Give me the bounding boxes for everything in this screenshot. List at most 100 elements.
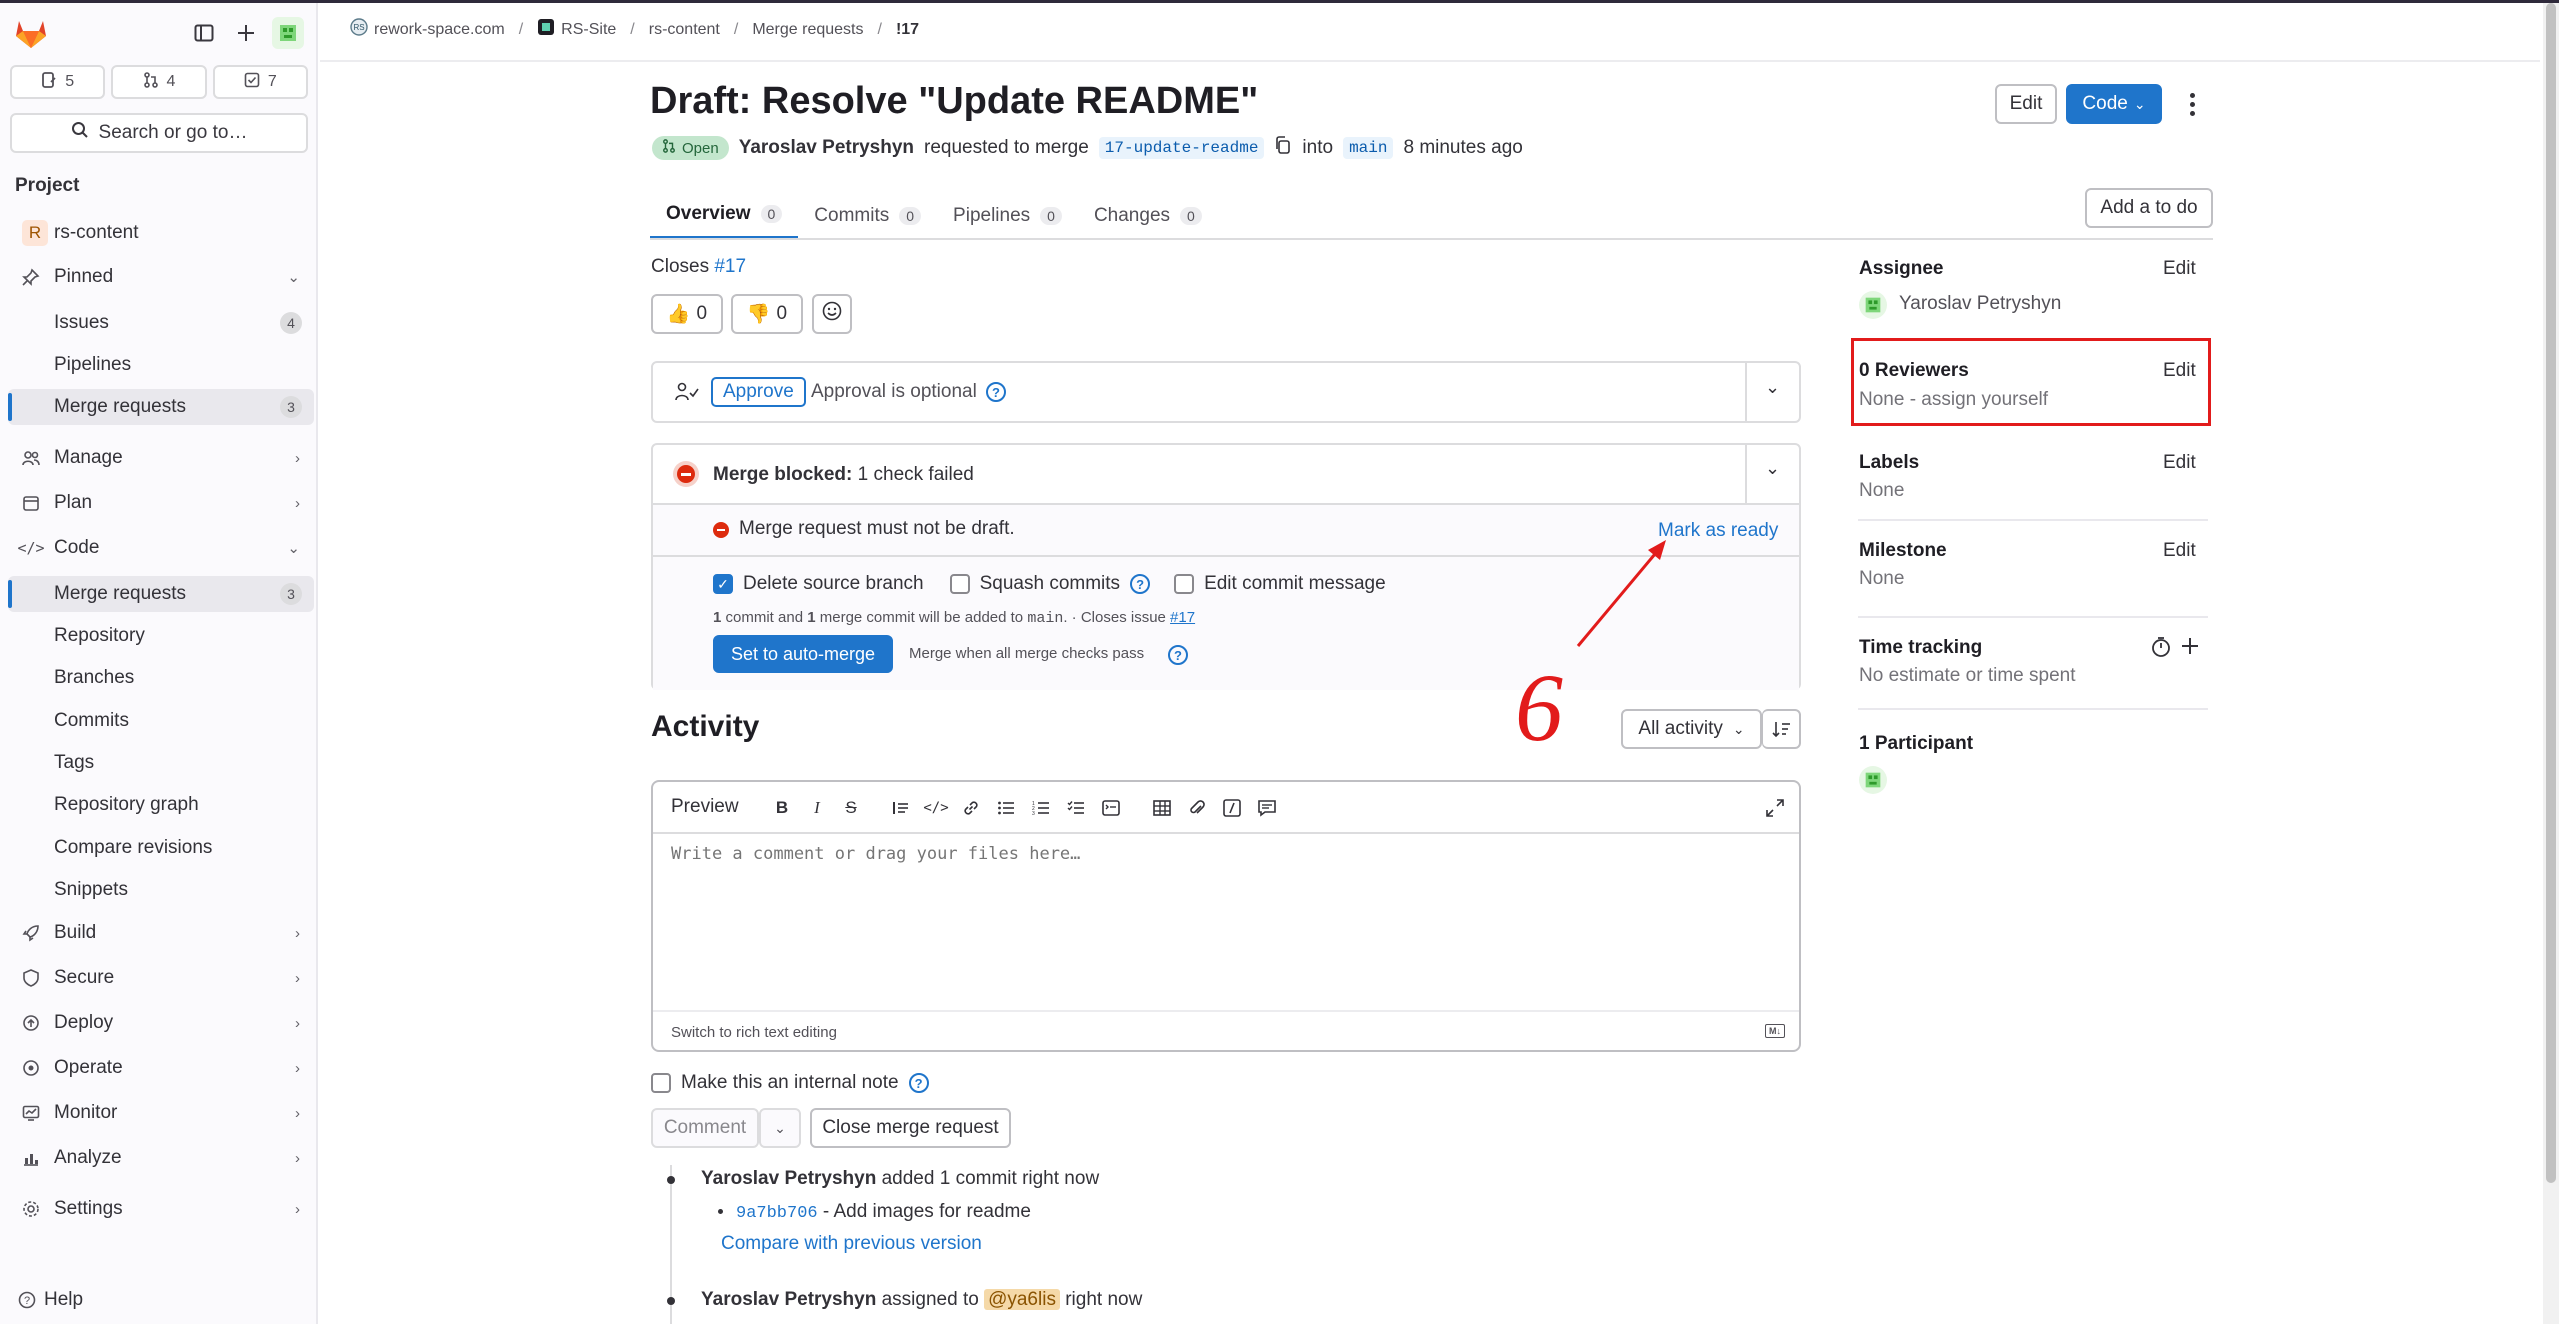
breadcrumb-subgroup[interactable]: RS-Site [537,18,616,41]
add-reaction-button[interactable] [812,294,852,334]
sidebar-item-branches[interactable]: Branches [8,660,314,696]
commit-sha-link[interactable]: 9a7bb706 [736,1204,818,1223]
create-new-icon[interactable] [230,17,262,49]
attachment-icon[interactable] [1185,796,1209,820]
tab-pipelines[interactable]: Pipelines 0 [937,192,1078,240]
help-button[interactable]: ? Help [8,1282,128,1318]
sidebar-item-repository[interactable]: Repository [8,618,314,654]
task-list-icon[interactable] [1064,796,1088,820]
sidebar-item-secure[interactable]: Secure › [8,960,314,996]
sidebar-item-merge-requests[interactable]: Merge requests 3 [8,576,314,612]
internal-note-help-icon[interactable]: ? [908,1073,929,1093]
participant-avatar[interactable] [1859,766,1887,794]
more-actions-icon[interactable] [2180,88,2204,120]
sidebar-item-pinned[interactable]: Pinned ⌄ [8,259,314,295]
add-time-icon[interactable] [2181,637,2199,661]
sidebar-item-project[interactable]: R rs-content [8,215,314,251]
italic-icon[interactable]: I [805,796,829,820]
gitlab-logo-icon[interactable] [14,17,48,49]
code-dropdown-button[interactable]: Code ⌄ [2066,84,2162,124]
sidebar-item-issues[interactable]: Issues 4 [8,305,314,341]
sidebar-item-tags[interactable]: Tags [8,745,314,781]
tab-overview[interactable]: Overview 0 [650,192,799,240]
sidebar-item-build[interactable]: Build › [8,915,314,951]
sidebar-item-deploy[interactable]: Deploy › [8,1005,314,1041]
slash-commands-icon[interactable] [1220,796,1244,820]
sidebar-item-plan[interactable]: Plan › [8,485,314,521]
comment-template-icon[interactable] [1255,796,1279,820]
squash-help-icon[interactable]: ? [1130,574,1151,594]
sidebar-item-repository-graph[interactable]: Repository graph [8,787,314,823]
sidebar-item-manage[interactable]: Manage › [8,440,314,476]
strikethrough-icon[interactable]: S [839,796,863,820]
internal-note-checkbox[interactable] [651,1073,671,1093]
user-mention[interactable]: @ya6lis [984,1289,1060,1310]
collapsible-icon[interactable] [1099,796,1123,820]
squash-commits-checkbox[interactable] [949,574,970,594]
sidebar-item-code[interactable]: </> Code ⌄ [8,530,314,566]
breadcrumb-merge-requests[interactable]: Merge requests [752,21,863,39]
reviewers-edit-link[interactable]: Edit [2163,360,2196,382]
bullet-list-icon[interactable] [994,796,1018,820]
sidebar-toggle-icon[interactable] [188,17,220,49]
sidebar-item-merge-requests-pinned[interactable]: Merge requests 3 [8,389,314,425]
comment-options-dropdown[interactable]: ⌄ [759,1108,801,1148]
edit-button[interactable]: Edit [1995,84,2057,124]
event-author[interactable]: Yaroslav Petryshyn [701,1289,876,1310]
auto-merge-button[interactable]: Set to auto-merge [713,635,893,673]
assignee-name[interactable]: Yaroslav Petryshyn [1899,293,2061,315]
chevron-down-icon[interactable]: ⌄ [1765,377,1780,398]
assignee-avatar[interactable] [1859,291,1887,319]
breadcrumb-group[interactable]: RS rework-space.com [350,18,505,41]
search-button[interactable]: Search or go to… [10,113,308,153]
sidebar-item-pipelines[interactable]: Pipelines [8,347,314,383]
delete-source-branch-checkbox[interactable]: ✓ [713,574,733,594]
table-icon[interactable] [1150,796,1174,820]
breadcrumb-current[interactable]: !17 [896,21,919,39]
author-link[interactable]: Yaroslav Petryshyn [739,137,914,159]
approve-button[interactable]: Approve [711,377,806,407]
chevron-down-icon[interactable]: ⌄ [1765,458,1780,479]
thumbs-up-button[interactable]: 👍 0 [651,294,723,334]
quote-icon[interactable] [889,796,913,820]
thumbs-down-button[interactable]: 👎 0 [731,294,803,334]
user-avatar[interactable] [272,17,304,49]
sidebar-item-compare-revisions[interactable]: Compare revisions [8,830,314,866]
event-author[interactable]: Yaroslav Petryshyn [701,1168,876,1189]
todos-button[interactable]: 7 [212,65,308,99]
add-todo-button[interactable]: Add a to do [2085,188,2213,228]
milestone-edit-link[interactable]: Edit [2163,540,2196,562]
sort-toggle-icon[interactable] [1762,709,1801,749]
rich-text-toggle[interactable]: Switch to rich text editing [671,1024,837,1041]
preview-tab[interactable]: Preview [671,796,739,818]
tab-changes[interactable]: Changes 0 [1078,192,1218,240]
scrollbar-thumb[interactable] [2546,3,2556,1183]
edit-commit-message-checkbox[interactable] [1174,574,1195,594]
assignee-edit-link[interactable]: Edit [2163,258,2196,280]
auto-merge-help-icon[interactable]: ? [1168,645,1188,665]
source-branch[interactable]: 17-update-readme [1098,137,1265,159]
sidebar-item-monitor[interactable]: Monitor › [8,1095,314,1131]
approval-help-icon[interactable]: ? [986,382,1006,402]
summary-issue-link[interactable]: #17 [1170,609,1195,626]
comment-textarea[interactable] [671,844,1781,994]
merge-requests-button[interactable]: 4 [111,65,207,99]
compare-version-link[interactable]: Compare with previous version [721,1233,982,1255]
numbered-list-icon[interactable]: 123 [1029,796,1053,820]
assigned-issues-button[interactable]: 5 [10,65,106,99]
sidebar-item-analyze[interactable]: Analyze › [8,1140,314,1176]
link-icon[interactable] [959,796,983,820]
sidebar-item-operate[interactable]: Operate › [8,1050,314,1086]
page-scrollbar[interactable] [2543,3,2559,1324]
close-merge-request-button[interactable]: Close merge request [810,1108,1011,1148]
breadcrumb-project[interactable]: rs-content [649,21,720,39]
fullscreen-icon[interactable] [1763,796,1787,820]
stopwatch-icon[interactable] [2150,636,2172,664]
tab-commits[interactable]: Commits 0 [798,192,937,240]
bold-icon[interactable]: B [770,796,794,820]
code-block-icon[interactable]: </> [923,796,948,820]
sidebar-item-snippets[interactable]: Snippets [8,872,314,908]
sidebar-item-settings[interactable]: Settings › [8,1191,314,1227]
comment-button[interactable]: Comment [651,1108,759,1148]
labels-edit-link[interactable]: Edit [2163,452,2196,474]
